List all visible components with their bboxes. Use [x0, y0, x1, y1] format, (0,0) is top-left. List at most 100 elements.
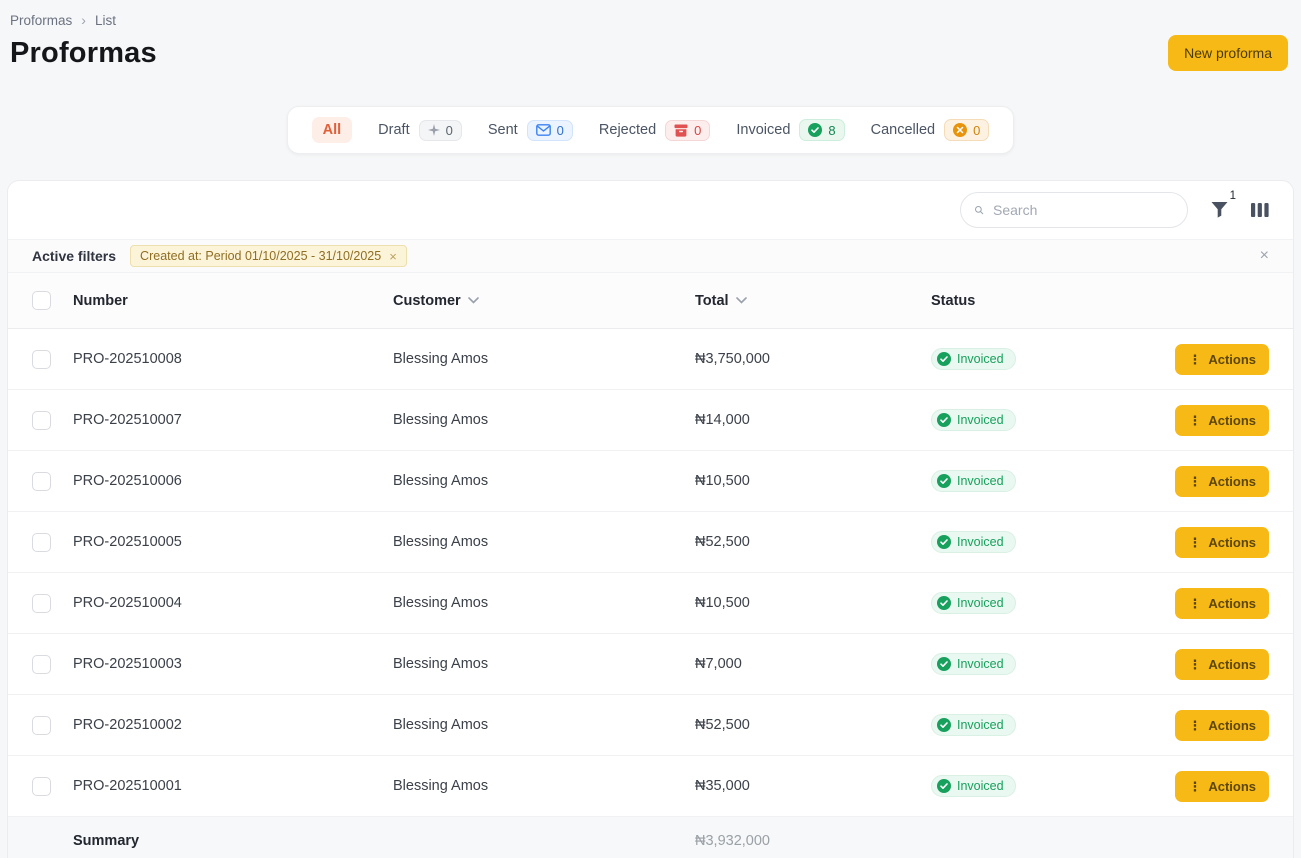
select-all-checkbox[interactable] — [32, 291, 51, 310]
check-circle-icon — [937, 779, 951, 793]
row-customer: Blessing Amos — [393, 656, 695, 672]
tab-draft[interactable]: Draft 0 — [378, 120, 462, 141]
vertical-ellipsis-icon: ⋮ — [1188, 475, 1201, 488]
row-checkbox[interactable] — [32, 411, 51, 430]
sparkle-icon — [428, 124, 440, 136]
row-actions-button[interactable]: ⋮ Actions — [1175, 405, 1269, 436]
row-total: ₦3,750,000 — [695, 351, 931, 367]
status-badge-label: Invoiced — [957, 474, 1004, 488]
active-filters-bar: Active filters Created at: Period 01/10/… — [8, 239, 1293, 273]
filter-button[interactable]: 1 — [1210, 201, 1229, 219]
status-badge-label: Invoiced — [957, 352, 1004, 366]
breadcrumb-proformas[interactable]: Proformas — [10, 13, 72, 28]
status-badge: Invoiced — [931, 714, 1016, 736]
row-checkbox[interactable] — [32, 350, 51, 369]
envelope-icon — [536, 124, 551, 136]
table-toolbar: 1 — [8, 181, 1293, 239]
chevron-down-icon — [468, 297, 479, 304]
check-circle-icon — [937, 596, 951, 610]
chevron-down-icon — [736, 297, 747, 304]
cancel-circle-icon — [953, 123, 967, 137]
status-badge-label: Invoiced — [957, 535, 1004, 549]
tab-rejected-label: Rejected — [599, 122, 656, 138]
clear-filters-icon[interactable]: × — [1260, 248, 1269, 264]
column-header-customer[interactable]: Customer — [393, 293, 479, 309]
row-actions-button[interactable]: ⋮ Actions — [1175, 344, 1269, 375]
tab-rejected-count-chip: 0 — [665, 120, 710, 141]
row-actions-button[interactable]: ⋮ Actions — [1175, 466, 1269, 497]
row-actions-button[interactable]: ⋮ Actions — [1175, 527, 1269, 558]
status-badge: Invoiced — [931, 409, 1016, 431]
row-actions-button[interactable]: ⋮ Actions — [1175, 771, 1269, 802]
vertical-ellipsis-icon: ⋮ — [1188, 719, 1201, 732]
actions-button-label: Actions — [1208, 596, 1256, 611]
row-checkbox[interactable] — [32, 533, 51, 552]
row-number: PRO-202510007 — [73, 412, 393, 428]
row-customer: Blessing Amos — [393, 717, 695, 733]
table-row: PRO-202510003 Blessing Amos ₦7,000 Invoi… — [8, 634, 1293, 695]
actions-button-label: Actions — [1208, 474, 1256, 489]
check-circle-icon — [937, 718, 951, 732]
tab-draft-label: Draft — [378, 122, 409, 138]
column-header-total[interactable]: Total — [695, 293, 747, 309]
status-badge: Invoiced — [931, 653, 1016, 675]
tab-draft-count-chip: 0 — [419, 120, 462, 141]
tab-all[interactable]: All — [312, 117, 353, 143]
row-number: PRO-202510006 — [73, 473, 393, 489]
breadcrumb-list[interactable]: List — [95, 13, 116, 28]
page-title: Proformas — [10, 37, 1288, 70]
table-row: PRO-202510006 Blessing Amos ₦10,500 Invo… — [8, 451, 1293, 512]
row-checkbox[interactable] — [32, 472, 51, 491]
summary-total: ₦3,932,000 — [695, 833, 931, 849]
status-badge: Invoiced — [931, 348, 1016, 370]
new-proforma-button[interactable]: New proforma — [1168, 35, 1288, 71]
tab-rejected[interactable]: Rejected 0 — [599, 120, 710, 141]
search-box[interactable] — [960, 192, 1188, 228]
row-actions-button[interactable]: ⋮ Actions — [1175, 649, 1269, 680]
column-header-status: Status — [931, 293, 1165, 309]
row-total: ₦35,000 — [695, 778, 931, 794]
filter-chip-text: Created at: Period 01/10/2025 - 31/10/20… — [140, 249, 381, 263]
status-badge-label: Invoiced — [957, 596, 1004, 610]
active-filters-label: Active filters — [32, 248, 116, 264]
filter-chip-remove-icon[interactable]: × — [389, 250, 397, 263]
status-badge: Invoiced — [931, 775, 1016, 797]
row-checkbox[interactable] — [32, 594, 51, 613]
columns-button[interactable] — [1251, 202, 1269, 218]
column-header-number: Number — [73, 293, 393, 309]
vertical-ellipsis-icon: ⋮ — [1188, 658, 1201, 671]
created-at-filter-chip[interactable]: Created at: Period 01/10/2025 - 31/10/20… — [130, 245, 407, 267]
actions-button-label: Actions — [1208, 718, 1256, 733]
row-customer: Blessing Amos — [393, 778, 695, 794]
status-badge: Invoiced — [931, 592, 1016, 614]
page-header: Proformas › List Proformas New proforma — [0, 0, 1301, 70]
row-actions-button[interactable]: ⋮ Actions — [1175, 588, 1269, 619]
row-number: PRO-202510002 — [73, 717, 393, 733]
table-row: PRO-202510008 Blessing Amos ₦3,750,000 I… — [8, 329, 1293, 390]
tab-cancelled[interactable]: Cancelled 0 — [871, 119, 990, 141]
check-circle-icon — [937, 657, 951, 671]
summary-row: Summary ₦3,932,000 — [8, 817, 1293, 858]
row-checkbox[interactable] — [32, 655, 51, 674]
row-total: ₦10,500 — [695, 473, 931, 489]
table-header-row: Number Customer Total Status — [8, 273, 1293, 329]
tab-invoiced-label: Invoiced — [736, 122, 790, 138]
actions-button-label: Actions — [1208, 413, 1256, 428]
row-customer: Blessing Amos — [393, 595, 695, 611]
status-badge-label: Invoiced — [957, 657, 1004, 671]
search-input[interactable] — [993, 202, 1174, 218]
status-badge: Invoiced — [931, 531, 1016, 553]
table-row: PRO-202510005 Blessing Amos ₦52,500 Invo… — [8, 512, 1293, 573]
check-circle-icon — [937, 474, 951, 488]
row-checkbox[interactable] — [32, 777, 51, 796]
tab-invoiced[interactable]: Invoiced 8 — [736, 119, 844, 141]
check-circle-icon — [937, 413, 951, 427]
breadcrumb: Proformas › List — [10, 12, 1288, 28]
row-number: PRO-202510005 — [73, 534, 393, 550]
row-actions-button[interactable]: ⋮ Actions — [1175, 710, 1269, 741]
tab-sent[interactable]: Sent 0 — [488, 120, 573, 141]
row-checkbox[interactable] — [32, 716, 51, 735]
vertical-ellipsis-icon: ⋮ — [1188, 536, 1201, 549]
row-total: ₦10,500 — [695, 595, 931, 611]
row-customer: Blessing Amos — [393, 412, 695, 428]
